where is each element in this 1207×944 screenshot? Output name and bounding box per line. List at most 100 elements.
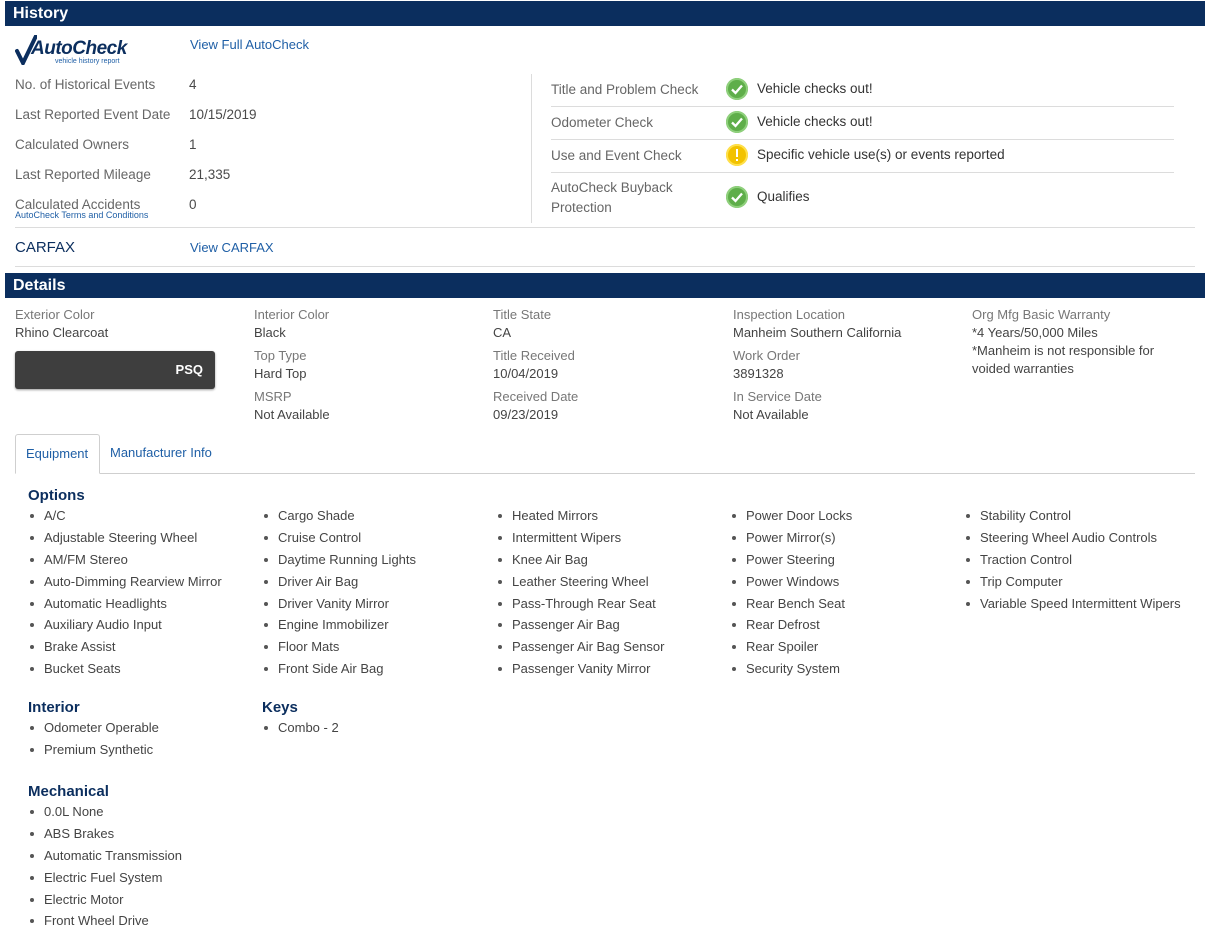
list-item: Brake Assist	[28, 636, 222, 658]
autocheck-logo-text: AutoCheck	[31, 38, 127, 59]
interior-color-label: Interior Color	[254, 307, 330, 322]
last-event-date-value: 10/15/2019	[189, 107, 257, 122]
warranty-label: Org Mfg Basic Warranty	[972, 307, 1111, 322]
exterior-color-value: Rhino Clearcoat	[15, 325, 109, 340]
history-header: History	[5, 1, 1205, 26]
calculated-owners-value: 1	[189, 137, 197, 152]
list-item: Bucket Seats	[28, 658, 222, 680]
section-divider	[15, 227, 1195, 228]
list-item: Cargo Shade	[262, 505, 416, 527]
interior-title: Interior	[28, 699, 80, 716]
title-problem-check-result: Vehicle checks out!	[757, 81, 873, 96]
autocheck-logo: AutoCheck vehicle history report	[15, 35, 140, 67]
check-divider	[551, 172, 1174, 173]
list-item: Traction Control	[964, 549, 1181, 571]
interior-color-value: Black	[254, 325, 286, 340]
last-mileage-value: 21,335	[189, 167, 231, 182]
view-carfax-link[interactable]: View CARFAX	[190, 240, 274, 255]
list-item: Pass-Through Rear Seat	[496, 593, 664, 615]
list-item: Odometer Operable	[28, 717, 159, 739]
list-item: Power Steering	[730, 549, 852, 571]
check-circle-icon	[726, 78, 748, 100]
top-type-label: Top Type	[254, 348, 307, 363]
view-full-autocheck-link[interactable]: View Full AutoCheck	[190, 37, 309, 52]
buyback-protection-row: AutoCheck Buyback Protection Qualifies	[551, 178, 1174, 220]
list-item: Auto-Dimming Rearview Mirror	[28, 571, 222, 593]
list-item: Security System	[730, 658, 852, 680]
list-item: Variable Speed Intermittent Wipers	[964, 593, 1181, 615]
list-item: Rear Bench Seat	[730, 593, 852, 615]
equipment-tabs: Equipment Manufacturer Info	[15, 434, 1195, 474]
title-problem-check-label: Title and Problem Check	[551, 82, 699, 97]
list-item: Electric Fuel System	[28, 867, 182, 889]
list-item: Power Windows	[730, 571, 852, 593]
warning-circle-icon	[726, 144, 748, 166]
list-item: AM/FM Stereo	[28, 549, 222, 571]
tab-manufacturer-info[interactable]: Manufacturer Info	[100, 434, 222, 472]
use-event-check-label: Use and Event Check	[551, 148, 682, 163]
calculated-accidents-value: 0	[189, 197, 197, 212]
last-event-date-label: Last Reported Event Date	[15, 107, 171, 122]
buyback-protection-label-line1: AutoCheck Buyback	[551, 180, 673, 195]
options-column: Power Door Locks Power Mirror(s) Power S…	[730, 505, 852, 680]
options-title: Options	[28, 487, 85, 504]
list-item: 0.0L None	[28, 801, 182, 823]
calculated-owners-label: Calculated Owners	[15, 137, 130, 152]
list-item: Passenger Air Bag Sensor	[496, 636, 664, 658]
last-mileage-label: Last Reported Mileage	[15, 167, 151, 182]
use-event-check-result: Specific vehicle use(s) or events report…	[757, 147, 1005, 162]
historical-events-label: No. of Historical Events	[15, 77, 156, 92]
title-received-label: Title Received	[493, 348, 575, 363]
list-item: Daytime Running Lights	[262, 549, 416, 571]
options-column: A/C Adjustable Steering Wheel AM/FM Ster…	[28, 505, 222, 680]
list-item: Electric Motor	[28, 889, 182, 911]
list-item: Trip Computer	[964, 571, 1181, 593]
list-item: Driver Vanity Mirror	[262, 593, 416, 615]
msrp-label: MSRP	[254, 389, 292, 404]
list-item: Rear Spoiler	[730, 636, 852, 658]
inspection-location-value: Manheim Southern California	[733, 325, 902, 340]
check-divider	[551, 139, 1174, 140]
list-item: Steering Wheel Audio Controls	[964, 527, 1181, 549]
list-item: Automatic Headlights	[28, 593, 222, 615]
work-order-label: Work Order	[733, 348, 800, 363]
warranty-value: *4 Years/50,000 Miles	[972, 325, 1098, 340]
use-event-check-row: Use and Event Check Specific vehicle use…	[551, 144, 1174, 173]
title-problem-check-row: Title and Problem Check Vehicle checks o…	[551, 78, 1174, 107]
list-item: Automatic Transmission	[28, 845, 182, 867]
history-divider	[531, 74, 532, 223]
autocheck-logo-tagline: vehicle history report	[55, 58, 120, 65]
msrp-value: Not Available	[254, 407, 330, 422]
autocheck-terms-link[interactable]: AutoCheck Terms and Conditions	[15, 210, 148, 220]
psq-button[interactable]: PSQ	[15, 351, 215, 389]
list-item: Passenger Vanity Mirror	[496, 658, 664, 680]
received-date-value: 09/23/2019	[493, 407, 559, 422]
title-received-value: 10/04/2019	[493, 366, 559, 381]
list-item: ABS Brakes	[28, 823, 182, 845]
tab-equipment[interactable]: Equipment	[15, 434, 100, 474]
buyback-protection-result: Qualifies	[757, 189, 810, 204]
list-item: A/C	[28, 505, 222, 527]
list-item: Stability Control	[964, 505, 1181, 527]
keys-list: Combo - 2	[262, 717, 339, 739]
list-item: Front Side Air Bag	[262, 658, 416, 680]
inspection-location-label: Inspection Location	[733, 307, 846, 322]
list-item: Heated Mirrors	[496, 505, 664, 527]
list-item: Knee Air Bag	[496, 549, 664, 571]
received-date-label: Received Date	[493, 389, 579, 404]
in-service-date-label: In Service Date	[733, 389, 822, 404]
title-state-label: Title State	[493, 307, 552, 322]
check-divider	[551, 106, 1174, 107]
title-state-value: CA	[493, 325, 512, 340]
odometer-check-result: Vehicle checks out!	[757, 114, 873, 129]
buyback-protection-label-line2: Protection	[551, 200, 612, 215]
historical-events-value: 4	[189, 77, 197, 92]
mechanical-title: Mechanical	[28, 783, 109, 800]
top-type-value: Hard Top	[254, 366, 307, 381]
in-service-date-value: Not Available	[733, 407, 809, 422]
options-column: Heated Mirrors Intermittent Wipers Knee …	[496, 505, 664, 680]
details-header: Details	[5, 273, 1205, 298]
list-item: Adjustable Steering Wheel	[28, 527, 222, 549]
list-item: Engine Immobilizer	[262, 614, 416, 636]
list-item: Rear Defrost	[730, 614, 852, 636]
